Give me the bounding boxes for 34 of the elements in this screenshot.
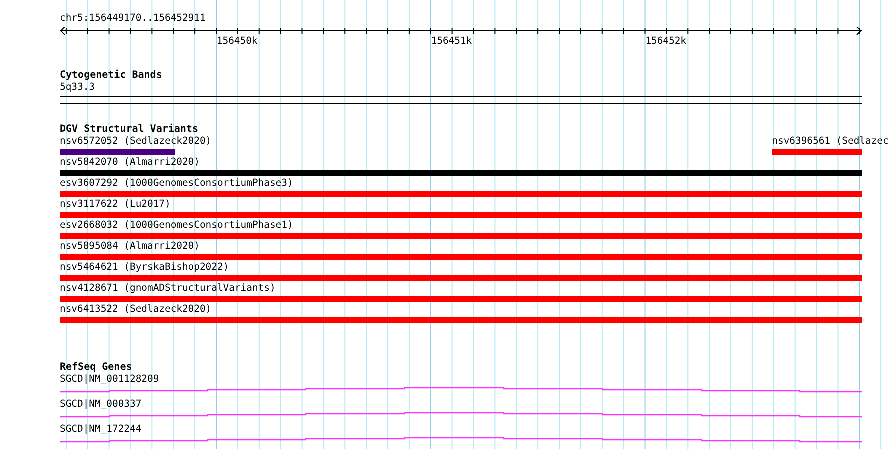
transcript-label: SGCD|NM_172244 <box>60 424 143 436</box>
transcript-line-drawing[interactable] <box>60 411 862 419</box>
variant-label: esv3607292 (1000GenomesConsortiumPhase3) <box>60 178 294 190</box>
variant-bar[interactable] <box>772 149 862 155</box>
transcript-label: SGCD|NM_000337 <box>60 399 143 411</box>
variant-label: nsv5842070 (Almarri2020) <box>60 157 201 169</box>
region-title: chr5:156449170..156452911 <box>60 13 207 25</box>
variant-bar[interactable] <box>60 149 175 155</box>
variant-label: nsv5895084 (Almarri2020) <box>60 241 201 253</box>
variant-label: esv2668032 (1000GenomesConsortiumPhase1) <box>60 220 294 232</box>
transcript-label: SGCD|NM_001128209 <box>60 374 160 386</box>
transcript-line-drawing[interactable] <box>60 386 862 394</box>
variant-label: nsv5464621 (ByrskaBishop2022) <box>60 262 230 274</box>
variant-bar[interactable] <box>60 275 862 281</box>
variant-label: nsv3117622 (Lu2017) <box>60 199 172 211</box>
band-label: 5q33.3 <box>60 82 96 94</box>
variant-bar[interactable] <box>60 254 862 260</box>
variant-bar[interactable] <box>60 191 862 197</box>
variant-label: nsv6396561 (Sedlazec <box>772 136 889 148</box>
variant-bar[interactable] <box>60 317 862 323</box>
variant-bar[interactable] <box>60 233 862 239</box>
transcript-line-drawing[interactable] <box>60 436 862 444</box>
track-title: DGV Structural Variants <box>60 123 200 136</box>
variant-bar[interactable] <box>60 170 862 176</box>
variant-label: nsv4128671 (gnomADStructuralVariants) <box>60 283 277 295</box>
tick-label: 156450k <box>216 36 258 47</box>
tick-label: 156452k <box>646 36 687 47</box>
track-title: RefSeq Genes <box>60 361 134 374</box>
variant-label: nsv6413522 (Sedlazeck2020) <box>60 304 213 316</box>
variant-bar[interactable] <box>60 212 862 218</box>
variant-label: nsv6572052 (Sedlazeck2020) <box>60 136 212 148</box>
track-title: Cytogenetic Bands <box>60 69 164 82</box>
tick-label: 156451k <box>431 36 472 47</box>
variant-bar[interactable] <box>60 296 862 302</box>
